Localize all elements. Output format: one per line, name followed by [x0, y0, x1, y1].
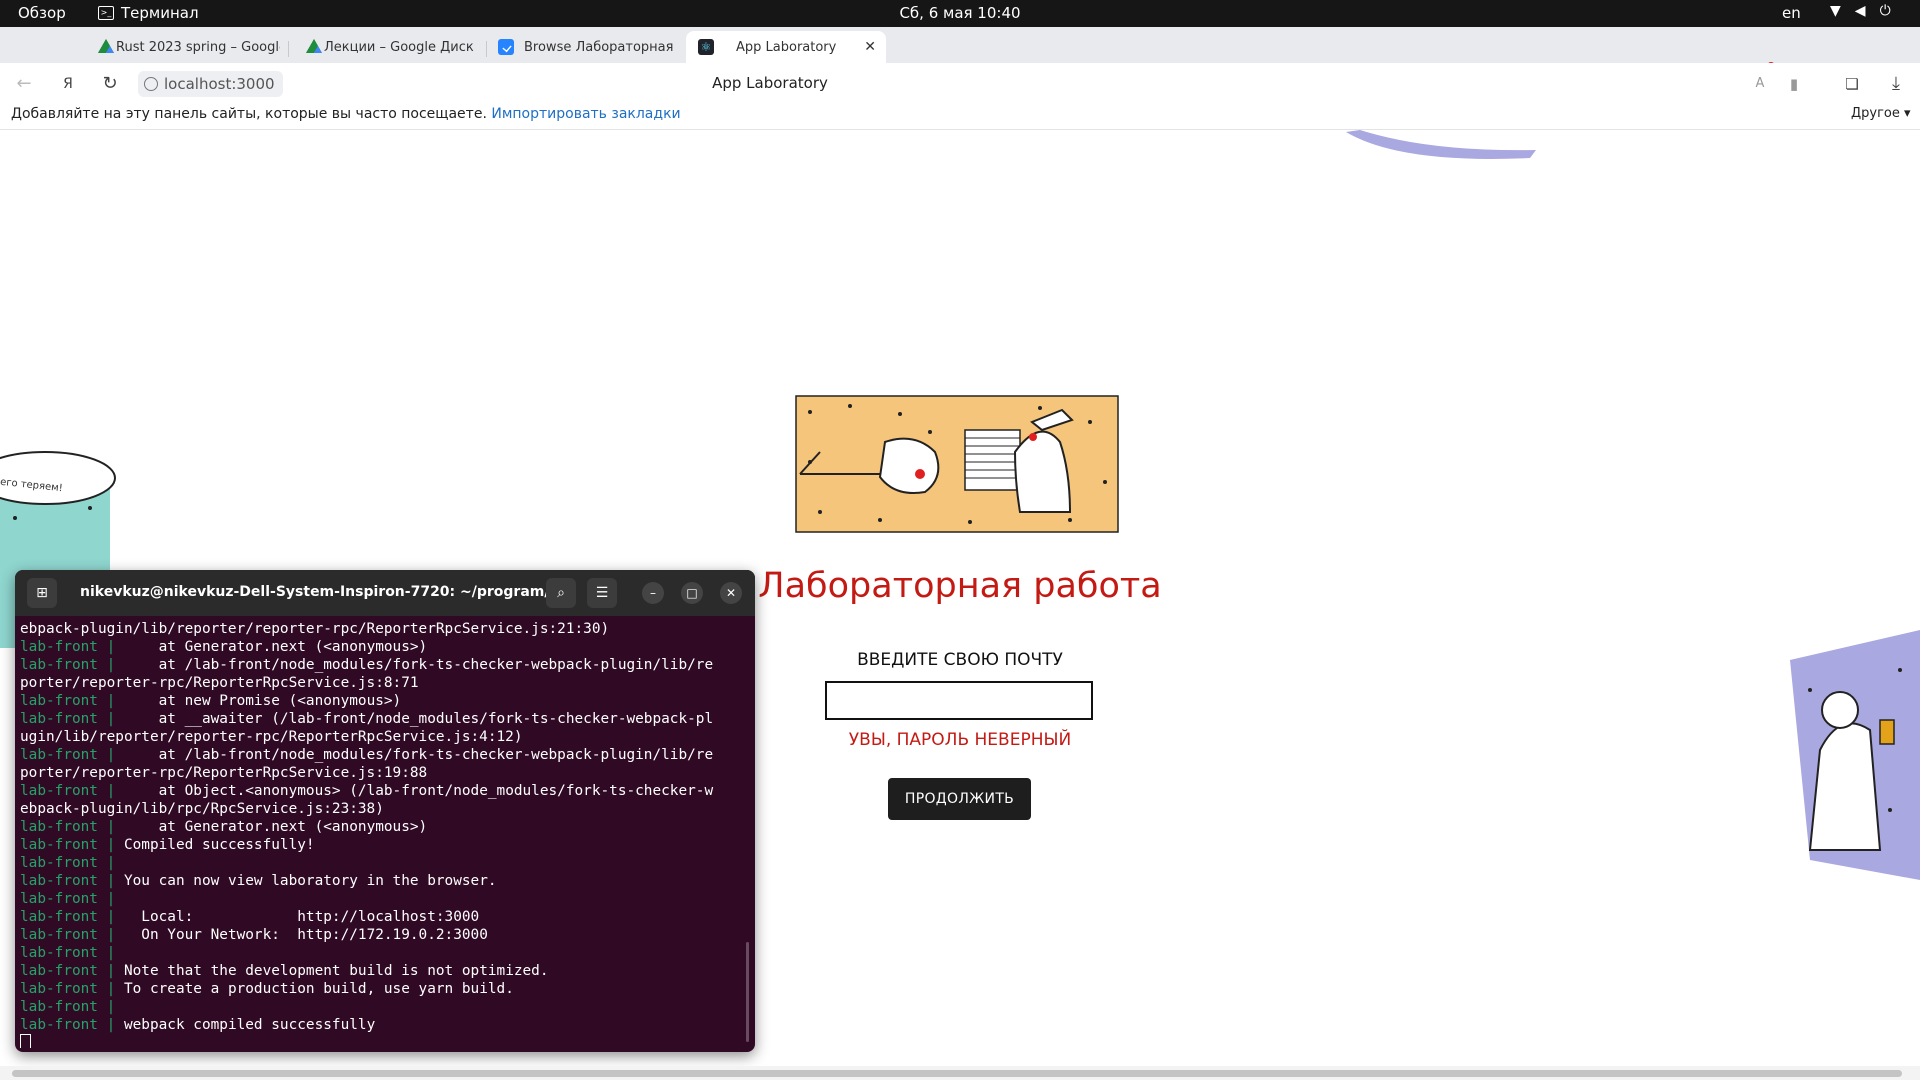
terminal-line: ugin/lib/reporter/reporter-rpc/ReporterR…	[20, 729, 523, 745]
terminal-line: lab-front | at Generator.next (<anonymou…	[20, 639, 428, 655]
tab-label: Лекции – Google Диск	[324, 39, 474, 55]
tab-lectures-drive[interactable]: Лекции – Google Диск	[298, 31, 478, 63]
terminal-line: lab-front | at /lab-front/node_modules/f…	[20, 747, 714, 763]
minimize-icon[interactable]: –	[642, 582, 664, 604]
terminal-line: lab-front | at Object.<anonymous> (/lab-…	[20, 783, 714, 799]
download-icon[interactable]: ⤓	[1884, 72, 1908, 96]
tab-app-laboratory[interactable]: ⚛ App Laboratory ✕	[686, 31, 886, 63]
terminal-cursor-line	[20, 1034, 742, 1048]
system-tray[interactable]: ▼ ◀ ⏻	[1830, 3, 1891, 19]
horizontal-scrollbar[interactable]	[0, 1066, 1920, 1080]
import-bookmarks-link[interactable]: Импортировать закладки	[491, 106, 680, 122]
google-drive-icon	[298, 39, 322, 55]
close-tab-icon[interactable]: ✕	[864, 39, 876, 55]
hamburger-menu-icon[interactable]: ☰	[587, 578, 617, 608]
other-bookmarks-button[interactable]: Другое ▾	[1851, 106, 1911, 121]
terminal-scrollbar[interactable]	[746, 942, 749, 1042]
power-icon: ⏻	[1879, 3, 1891, 19]
address-bar: ← Я ↻ localhost:3000 App Laboratory A ▮ …	[0, 63, 1920, 104]
scrollbar-thumb[interactable]	[12, 1070, 1902, 1077]
terminal-line: lab-front |	[20, 999, 116, 1015]
hero-illustration	[795, 395, 1119, 533]
maximize-icon[interactable]: □	[681, 582, 703, 604]
terminal-line: lab-front | You can now view laboratory …	[20, 873, 497, 889]
terminal-line: lab-front | webpack compiled successfull…	[20, 1017, 376, 1033]
translate-icon[interactable]: A	[1748, 72, 1772, 96]
react-icon: ⚛	[698, 39, 714, 55]
terminal-line: lab-front | Compiled successfully!	[20, 837, 315, 853]
terminal-line: ebpack-plugin/lib/reporter/reporter-rpc/…	[20, 621, 610, 637]
terminal-output[interactable]: ebpack-plugin/lib/reporter/reporter-rpc/…	[20, 620, 742, 1048]
tab-browse-lab[interactable]: Browse Лабораторная и	[498, 31, 676, 63]
terminal-window[interactable]: ⊞ nikevkuz@nikevkuz-Dell-System-Inspiron…	[15, 570, 755, 1052]
bookmarks-bar: Добавляйте на эту панель сайты, которые …	[0, 104, 1920, 130]
terminal-line: lab-front | at /lab-front/node_modules/f…	[20, 657, 714, 673]
tab-label: App Laboratory	[736, 39, 837, 55]
search-icon[interactable]: ⌕	[546, 578, 576, 608]
bookmarks-hint: Добавляйте на эту панель сайты, которые …	[11, 106, 487, 122]
terminal-line: porter/reporter-rpc/ReporterRpcService.j…	[20, 765, 428, 781]
terminal-line: lab-front |	[20, 891, 116, 907]
wifi-icon: ▼	[1830, 3, 1841, 19]
tab-label: Browse Лабораторная и	[524, 39, 676, 55]
terminal-title: nikevkuz@nikevkuz-Dell-System-Inspiron-7…	[80, 584, 571, 600]
tab-rust-2023[interactable]: Rust 2023 spring – Google	[90, 31, 280, 63]
terminal-line: lab-front | at __awaiter (/lab-front/nod…	[20, 711, 714, 727]
clock[interactable]: Сб, 6 мая 10:40	[0, 4, 1920, 22]
terminal-line: lab-front |	[20, 945, 116, 961]
tab-label: Rust 2023 spring – Google	[116, 39, 280, 55]
collections-page-icon[interactable]: ❏	[1840, 72, 1864, 96]
system-top-bar: Обзор >_ Терминал Сб, 6 мая 10:40 en ▼ ◀…	[0, 0, 1920, 27]
terminal-line: lab-front | On Your Network: http://172.…	[20, 927, 488, 943]
close-icon[interactable]: ✕	[720, 582, 742, 604]
tab-strip: ⌂ ▭ Rust 2023 spring – Google Лекции – G…	[0, 27, 1920, 81]
google-drive-icon	[90, 39, 114, 55]
decorative-stroke	[1346, 130, 1536, 159]
terminal-line: lab-front | To create a production build…	[20, 981, 514, 997]
terminal-line: lab-front | at new Promise (<anonymous>)	[20, 693, 402, 709]
terminal-line: lab-front | Local: http://localhost:3000	[20, 909, 480, 925]
bookmark-icon[interactable]: ▮	[1782, 72, 1806, 96]
terminal-line: porter/reporter-rpc/ReporterRpcService.j…	[20, 675, 419, 691]
jira-icon	[498, 39, 514, 55]
terminal-line: lab-front | at Generator.next (<anonymou…	[20, 819, 428, 835]
terminal-line: lab-front |	[20, 855, 116, 871]
volume-icon: ◀	[1854, 3, 1866, 19]
terminal-cursor	[20, 1034, 31, 1048]
keyboard-layout[interactable]: en	[1782, 4, 1801, 22]
email-field[interactable]	[825, 681, 1093, 720]
terminal-header[interactable]: ⊞ nikevkuz@nikevkuz-Dell-System-Inspiron…	[15, 570, 755, 616]
terminal-line: ebpack-plugin/lib/rpc/RpcService.js:23:3…	[20, 801, 384, 817]
terminal-line: lab-front | Note that the development bu…	[20, 963, 549, 979]
page-title: App Laboratory	[712, 74, 828, 92]
new-tab-terminal-icon[interactable]: ⊞	[27, 578, 57, 608]
continue-button[interactable]: ПРОДОЛЖИТЬ	[888, 778, 1031, 820]
